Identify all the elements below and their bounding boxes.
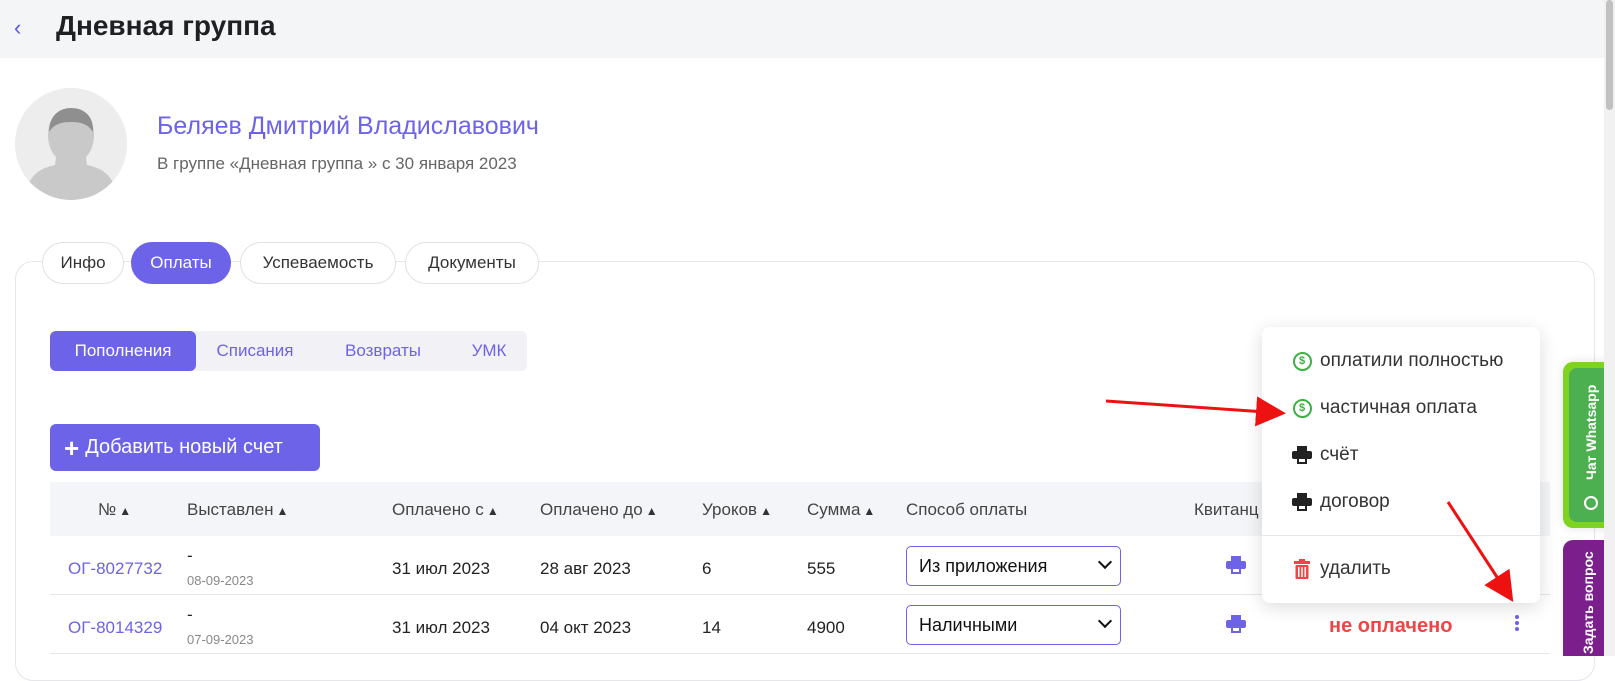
- column-receipt: Квитанц: [1194, 500, 1259, 519]
- row-context-menu: $ оплатили полностью $ частичная оплата сч…: [1262, 327, 1540, 603]
- subtab-writeoffs[interactable]: Списания: [200, 331, 310, 371]
- add-invoice-button[interactable]: + Добавить новый счет: [50, 424, 320, 471]
- paid-to: 04 окт 2023: [540, 618, 632, 637]
- chevron-down-icon: [1097, 613, 1113, 629]
- sort-icon: ▲︎: [119, 504, 132, 518]
- kebab-menu-icon[interactable]: [1514, 613, 1520, 635]
- plus-icon: +: [64, 432, 80, 463]
- paid-from: 31 июл 2023: [392, 559, 490, 578]
- menu-divider: [1262, 535, 1540, 536]
- sort-icon: ▲︎: [760, 504, 772, 518]
- column-sum[interactable]: Сумма ▲︎: [807, 500, 875, 520]
- printer-icon[interactable]: [1226, 556, 1246, 574]
- dollar-circle-icon: $: [1292, 351, 1312, 371]
- sort-icon: ▲︎: [645, 504, 658, 518]
- issued-value: -: [187, 546, 193, 565]
- scrollbar-thumb[interactable]: [1606, 0, 1613, 110]
- issued-value: -: [187, 605, 193, 624]
- sum-value: 4900: [807, 618, 845, 637]
- sum-value: 555: [807, 559, 836, 578]
- whatsapp-chat-label: Чат Whatsapp: [1583, 384, 1599, 480]
- paid-from: 31 июл 2023: [392, 618, 490, 637]
- menu-item-delete[interactable]: удалить: [1292, 558, 1391, 580]
- payment-subtabs: Пополнения Списания Возвраты УМК: [50, 331, 527, 371]
- column-paid-from[interactable]: Оплачено с ▲︎: [392, 500, 499, 520]
- issued-date: 07-09-2023: [187, 632, 254, 647]
- invoice-number-link[interactable]: ОГ-8014329: [68, 618, 162, 638]
- tab-info[interactable]: Инфо: [42, 242, 124, 284]
- subtab-topups[interactable]: Пополнения: [50, 331, 196, 371]
- top-bar: ‹ Дневная группа: [0, 0, 1615, 58]
- tab-documents[interactable]: Документы: [405, 242, 539, 284]
- status-badge: не оплачено: [1329, 615, 1453, 637]
- subtab-umk[interactable]: УМК: [458, 331, 520, 371]
- menu-item-invoice[interactable]: счёт: [1292, 444, 1358, 466]
- column-number[interactable]: № ▲︎: [98, 500, 131, 520]
- column-payment-method: Способ оплаты: [906, 500, 1028, 519]
- ask-question-label: Задать вопрос: [1580, 551, 1596, 654]
- student-name: Беляев Дмитрий Владиславович: [157, 112, 539, 140]
- column-paid-to[interactable]: Оплачено до ▲︎: [540, 500, 658, 520]
- page-title: Дневная группа: [56, 10, 276, 41]
- payment-method-select[interactable]: Наличными: [906, 605, 1121, 645]
- dollar-circle-icon: $: [1292, 398, 1312, 418]
- invoice-number-link[interactable]: ОГ-8027732: [68, 559, 162, 579]
- add-invoice-label: Добавить новый счет: [85, 436, 283, 458]
- menu-item-contract[interactable]: договор: [1292, 491, 1390, 513]
- tab-progress[interactable]: Успеваемость: [240, 242, 396, 284]
- column-issued[interactable]: Выставлен ▲︎: [187, 500, 288, 520]
- group-subtitle: В группе «Дневная группа » с 30 января 2…: [157, 154, 517, 173]
- whatsapp-icon: [1584, 496, 1598, 510]
- lessons-count: 6: [702, 559, 712, 578]
- subtab-returns[interactable]: Возвраты: [328, 331, 438, 371]
- printer-icon: [1292, 492, 1312, 512]
- back-chevron-icon[interactable]: ‹: [14, 16, 28, 40]
- issued-date: 08-09-2023: [187, 573, 254, 588]
- user-silhouette-icon: [15, 88, 127, 200]
- column-lessons[interactable]: Уроков ▲︎: [702, 500, 772, 520]
- printer-icon: [1292, 445, 1312, 465]
- page-scrollbar[interactable]: [1604, 0, 1615, 656]
- chevron-down-icon: [1097, 554, 1113, 570]
- printer-icon[interactable]: [1226, 615, 1246, 633]
- lessons-count: 14: [702, 618, 721, 637]
- payment-method-select[interactable]: Из приложения: [906, 546, 1121, 586]
- trash-icon: [1292, 559, 1312, 579]
- sort-icon: ▲︎: [276, 504, 289, 518]
- menu-item-partial-payment[interactable]: $ частичная оплата: [1292, 397, 1477, 419]
- tab-payments[interactable]: Оплаты: [131, 242, 231, 284]
- paid-to: 28 авг 2023: [540, 559, 631, 578]
- table-row: ОГ-8014329 - 07-09-2023 31 июл 2023 04 о…: [50, 595, 1550, 654]
- sort-icon: ▲︎: [486, 504, 499, 518]
- menu-item-paid-full[interactable]: $ оплатили полностью: [1292, 350, 1503, 372]
- avatar: [15, 88, 127, 200]
- sort-icon: ▲︎: [863, 504, 876, 518]
